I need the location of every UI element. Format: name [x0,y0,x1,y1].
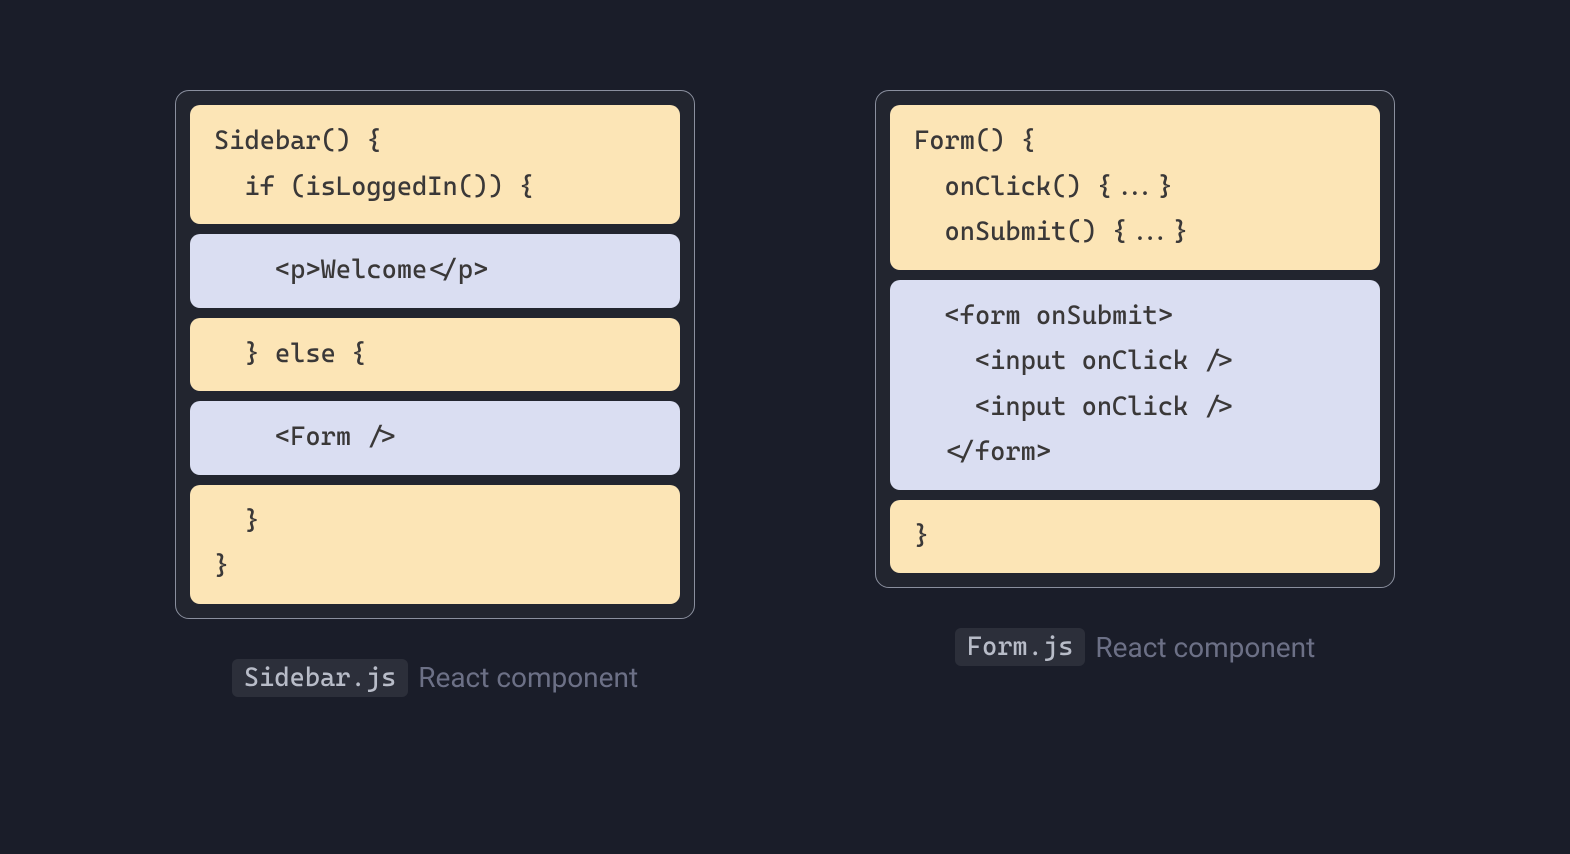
sidebar-code-block-yellow: } else { [190,318,680,392]
sidebar-code-block-yellow: Sidebar() { if (isLoggedIn()) { [190,105,680,224]
sidebar-code-panel: Sidebar() { if (isLoggedIn()) { <p>Welco… [175,90,695,619]
form-component-diagram: Form() { onClick() {...} onSubmit() {...… [875,90,1395,666]
form-caption-suffix: React component [1095,631,1315,664]
form-filename: Form.js [955,628,1086,666]
sidebar-filename: Sidebar.js [232,659,408,697]
form-code-block-purple: <form onSubmit> <input onClick /> <input… [890,280,1380,490]
form-code-block-yellow: } [890,500,1380,574]
sidebar-code-block-yellow: } } [190,485,680,604]
form-code-block-yellow: Form() { onClick() {...} onSubmit() {...… [890,105,1380,270]
sidebar-caption-suffix: React component [418,661,638,694]
form-caption: Form.js React component [955,628,1316,666]
form-code-panel: Form() { onClick() {...} onSubmit() {...… [875,90,1395,588]
sidebar-component-diagram: Sidebar() { if (isLoggedIn()) { <p>Welco… [175,90,695,697]
sidebar-code-block-purple: <p>Welcome</p> [190,234,680,308]
sidebar-caption: Sidebar.js React component [232,659,638,697]
sidebar-code-block-purple: <Form /> [190,401,680,475]
